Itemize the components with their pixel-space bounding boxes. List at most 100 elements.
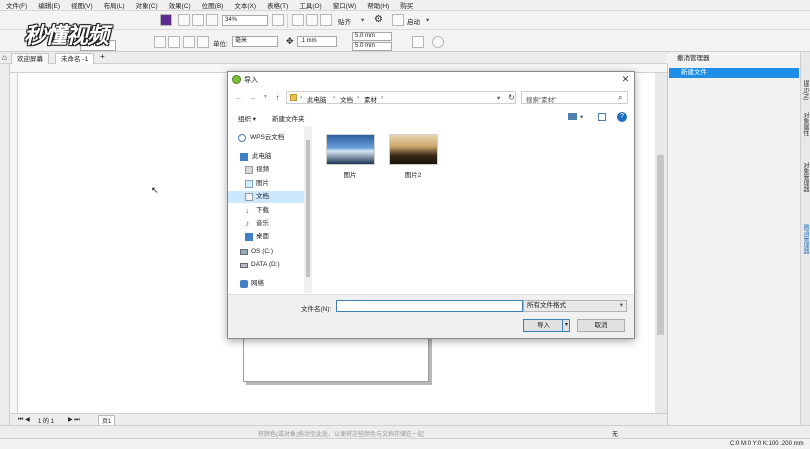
side-tab-object-manager[interactable]: 对象管理器: [802, 162, 810, 192]
launch-menu[interactable]: 启动: [407, 16, 420, 26]
show-guidelines-icon[interactable]: [320, 14, 332, 26]
file-item[interactable]: 图片: [322, 134, 378, 179]
menu-item[interactable]: 文本(X): [234, 0, 256, 10]
scrollbar-thumb[interactable]: [657, 155, 664, 335]
refresh-icon[interactable]: ↻: [507, 93, 516, 102]
nav-item-network[interactable]: 网络: [236, 278, 312, 290]
dialog-titlebar[interactable]: 导入 ✕: [228, 72, 634, 87]
new-tab-icon[interactable]: +: [100, 52, 105, 61]
nav-item-downloads[interactable]: ↓ 下载: [236, 205, 312, 217]
address-dropdown-icon[interactable]: ▾: [497, 94, 500, 102]
import-options-dropdown-icon[interactable]: ▾: [562, 319, 570, 332]
menu-item[interactable]: 购买: [400, 0, 413, 10]
home-icon[interactable]: ⌂: [2, 53, 7, 62]
nav-item-videos[interactable]: 视频: [236, 164, 312, 176]
back-arrow-icon[interactable]: ←: [234, 93, 243, 102]
full-screen-icon[interactable]: [272, 14, 284, 26]
menu-item[interactable]: 表格(T): [267, 0, 288, 10]
units-select[interactable]: 毫米: [232, 36, 278, 47]
side-tab-undo-manager[interactable]: 撤消管理器: [802, 224, 810, 254]
forward-arrow-icon[interactable]: →: [248, 93, 257, 102]
snap-to-menu[interactable]: 贴齐: [338, 16, 351, 26]
command-bar: 组织 ▾ 新建文件夹 ▾ ?: [228, 110, 634, 124]
nav-item-drive-d[interactable]: DATA (D:): [236, 259, 312, 271]
side-tab-hints[interactable]: 提示(N): [802, 80, 810, 100]
all-pages-icon[interactable]: [183, 36, 195, 48]
undo-docker: [667, 52, 800, 438]
show-rulers-icon[interactable]: [292, 14, 304, 26]
corel-connect-icon[interactable]: [160, 14, 172, 26]
help-icon[interactable]: ?: [617, 112, 627, 122]
menu-item[interactable]: 编辑(E): [38, 0, 60, 10]
up-arrow-icon[interactable]: ↑: [273, 93, 282, 102]
download-folder-icon: ↓: [245, 206, 249, 215]
outline-color-info: C:0 M:0 Y:0 K:100 .200 mm: [730, 441, 804, 447]
menu-item[interactable]: 窗口(W): [333, 0, 356, 10]
nav-item-this-pc[interactable]: 此电脑: [236, 151, 312, 163]
chevron-down-icon[interactable]: ▾: [361, 16, 364, 24]
nav-pane-scroll-thumb[interactable]: [306, 140, 310, 277]
page-navigation-next-icons[interactable]: ▶ ⏭: [68, 416, 80, 424]
zoom-level-field[interactable]: 34%: [222, 15, 268, 26]
nav-item-drive-c[interactable]: OS (C:): [236, 246, 312, 258]
import-icon[interactable]: [178, 14, 190, 26]
menu-item[interactable]: 布局(L): [104, 0, 125, 10]
menu-item[interactable]: 视图(V): [71, 0, 93, 10]
landscape-icon[interactable]: [168, 36, 180, 48]
menu-item[interactable]: 效果(C): [169, 0, 191, 10]
duplicate-y-field[interactable]: 5.0 mm: [352, 42, 392, 51]
file-type-select[interactable]: 所有文件格式 ▾: [523, 300, 627, 312]
desktop-folder-icon: [245, 233, 253, 241]
new-folder-button[interactable]: 新建文件夹: [272, 113, 305, 123]
nudge-distance-field[interactable]: .1 mm: [297, 36, 337, 47]
add-icon[interactable]: [432, 36, 444, 48]
tab-welcome[interactable]: 欢迎屏幕: [11, 53, 49, 64]
page-navigation-icons[interactable]: ⏮ ◀: [18, 416, 30, 424]
options-gear-icon[interactable]: ⚙: [374, 14, 386, 26]
units-label: 单位:: [213, 41, 228, 48]
current-page-icon[interactable]: [197, 36, 209, 48]
cancel-button[interactable]: 取消: [577, 319, 625, 332]
breadcrumb-documents[interactable]: 文档: [340, 94, 353, 104]
watermark-logo: 秒懂视频: [24, 24, 109, 49]
preview-pane-icon[interactable]: [598, 113, 606, 121]
close-icon[interactable]: ✕: [620, 74, 631, 85]
menu-item[interactable]: 文件(F): [6, 0, 27, 10]
menu-item[interactable]: 工具(O): [299, 0, 321, 10]
duplicate-x-field[interactable]: 5.0 mm: [352, 32, 392, 41]
undo-list-item[interactable]: 新建文件: [669, 68, 799, 78]
file-item[interactable]: 图片2: [385, 134, 441, 179]
menu-item[interactable]: 对象(C): [136, 0, 158, 10]
nav-item-desktop[interactable]: 桌面: [236, 231, 312, 243]
treat-as-filled-icon[interactable]: [412, 36, 424, 48]
search-input[interactable]: 搜索"素材" ⌕: [521, 91, 628, 104]
application-launcher-icon[interactable]: [392, 14, 404, 26]
chevron-down-icon[interactable]: ▾: [580, 113, 583, 121]
nav-item-documents[interactable]: 文档: [228, 191, 304, 203]
chevron-down-icon[interactable]: ▾: [426, 16, 429, 24]
menu-item[interactable]: 位图(B): [202, 0, 224, 10]
recent-dropdown-icon[interactable]: ▾: [261, 93, 270, 102]
document-page[interactable]: [243, 335, 429, 382]
side-tab-object-properties[interactable]: 对象属性: [802, 112, 810, 136]
nav-item-wps-cloud[interactable]: WPS云文档: [236, 132, 312, 144]
filename-label: 文件名(N):: [301, 306, 332, 313]
show-grid-icon[interactable]: [306, 14, 318, 26]
portrait-icon[interactable]: [154, 36, 166, 48]
menu-item[interactable]: 帮助(H): [367, 0, 389, 10]
nav-item-music[interactable]: ♪ 音乐: [236, 218, 312, 230]
tab-untitled[interactable]: 未命名 -1: [55, 53, 95, 64]
vertical-ruler[interactable]: [10, 73, 18, 413]
breadcrumb-materials[interactable]: 素材: [364, 94, 377, 104]
nav-item-pictures[interactable]: 图片: [236, 178, 312, 190]
status-bar: C:0 M:0 Y:0 K:100 .200 mm: [0, 438, 810, 449]
export-icon[interactable]: [192, 14, 204, 26]
view-options-icon[interactable]: [568, 113, 577, 120]
filename-input[interactable]: [336, 300, 523, 312]
breadcrumb-this-pc[interactable]: 此电脑: [307, 94, 327, 104]
page-navigator: ⏮ ◀ 1 的 1 ▶ ⏭ 页1: [10, 413, 667, 426]
publish-pdf-icon[interactable]: [206, 14, 218, 26]
address-bar[interactable]: › 此电脑 › 文档 › 素材 › ▾: [286, 91, 516, 104]
file-name: 图片: [343, 172, 357, 179]
organize-button[interactable]: 组织 ▾: [238, 113, 256, 123]
